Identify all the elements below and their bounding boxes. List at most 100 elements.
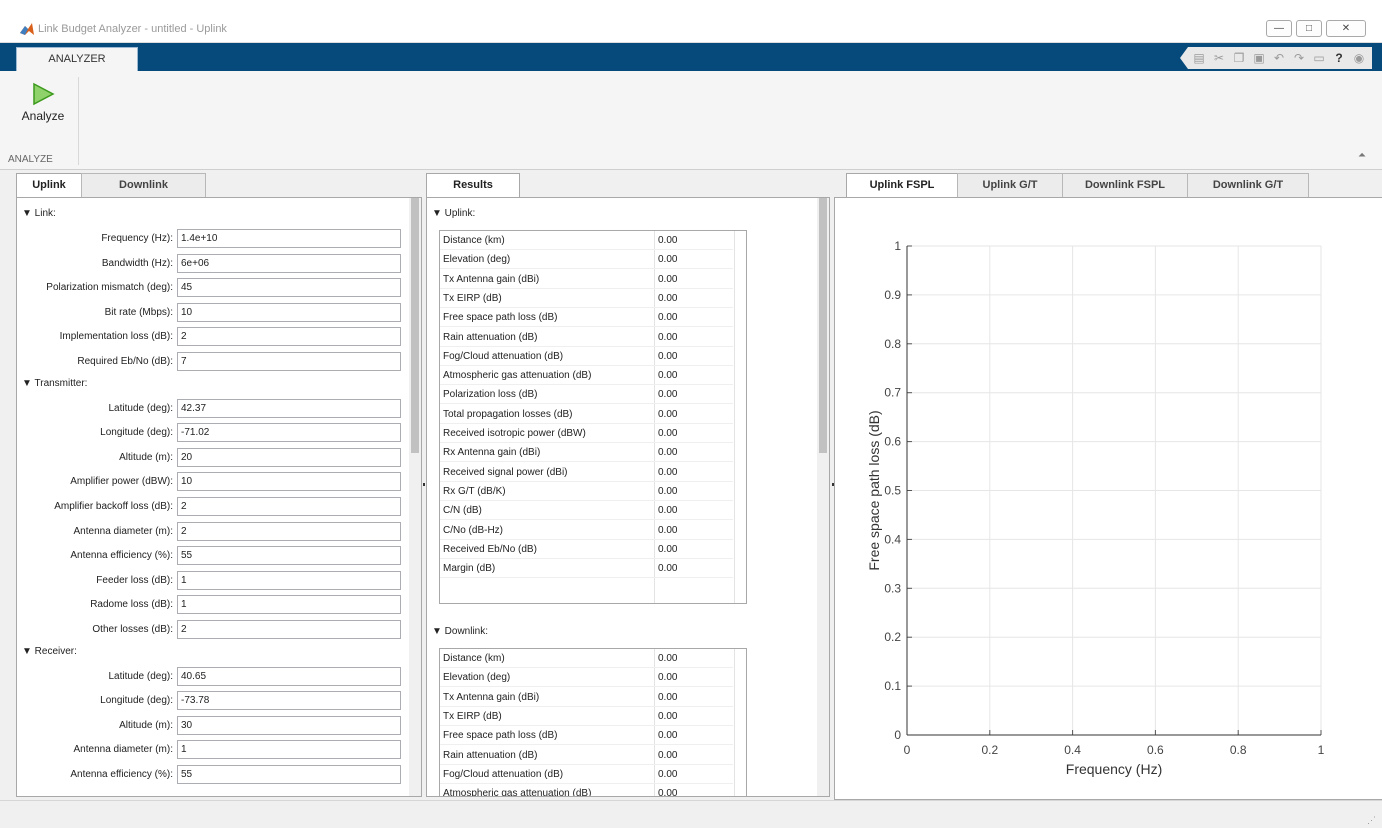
paste-icon[interactable]: ▣ — [1252, 51, 1266, 65]
section-divider — [78, 77, 79, 165]
y-tick-label: 0 — [894, 728, 901, 742]
cut-icon[interactable]: ✂ — [1212, 51, 1226, 65]
transmitter-field-input[interactable]: 2 — [177, 620, 401, 639]
transmitter-field-input[interactable]: 1 — [177, 595, 401, 615]
y-tick-label: 0.7 — [884, 386, 901, 400]
result-value: 0.00 — [658, 730, 678, 742]
help-icon[interactable]: ? — [1332, 51, 1346, 65]
result-value: 0.00 — [658, 485, 678, 497]
transmitter-field-label: Altitude (m): — [119, 451, 173, 463]
result-row: Elevation (deg) 0.00 — [440, 668, 733, 688]
tab-results[interactable]: Results — [426, 173, 520, 198]
transmitter-field-input[interactable]: 10 — [177, 472, 401, 492]
result-name: Received signal power (dBi) — [443, 466, 568, 478]
link-field-input[interactable]: 10 — [177, 302, 401, 322]
result-value: 0.00 — [658, 653, 678, 664]
receiver-field-label: Latitude (deg): — [108, 670, 174, 682]
undo-icon[interactable]: ↶ — [1272, 51, 1286, 65]
transmitter-field-input[interactable]: 2 — [177, 521, 401, 541]
result-row: C/N (dB) 0.00 — [440, 501, 733, 521]
result-value: 0.00 — [658, 447, 678, 459]
ribbon-bar — [0, 43, 1382, 71]
tab-uplink-gt[interactable]: Uplink G/T — [957, 173, 1063, 197]
result-name: Margin (dB) — [443, 563, 496, 575]
status-bar: ⋰ — [0, 800, 1382, 828]
minimize-button[interactable]: — — [1266, 20, 1292, 37]
left-scrollbar[interactable] — [409, 198, 421, 796]
result-row: Atmospheric gas attenuation (dB) 0.00 — [440, 784, 733, 797]
result-row: Rain attenuation (dB) 0.00 — [440, 746, 733, 765]
tab-uplink[interactable]: Uplink — [16, 173, 82, 198]
result-row: Received Eb/No (dB) 0.00 — [440, 540, 733, 559]
toolstrip — [0, 71, 1382, 170]
tab-analyzer[interactable]: ANALYZER — [16, 47, 138, 71]
results-scroll-thumb[interactable] — [819, 198, 827, 453]
receiver-field-input[interactable]: -73.78 — [177, 691, 401, 711]
transmitter-field-input[interactable]: 42.37 — [177, 398, 401, 418]
results-panel: ▼ Uplink: Distance (km) 0.00 Elevation (… — [426, 197, 830, 797]
transmitter-field-input[interactable]: 2 — [177, 497, 401, 516]
result-row: Received isotropic power (dBW) 0.00 — [440, 424, 733, 443]
x-tick-label: 0 — [904, 743, 911, 757]
save-icon[interactable]: ▤ — [1192, 51, 1206, 65]
splitter-handle[interactable] — [423, 483, 425, 486]
result-value: 0.00 — [658, 235, 678, 246]
left-scroll-thumb[interactable] — [411, 198, 419, 453]
fspl-chart: 0 0.2 0.4 0.6 0.8 1 0 0.1 0.2 0.3 0.4 0.5 0.6 0.7 0.8 0… — [866, 239, 1325, 777]
y-tick-label: 0.4 — [884, 532, 901, 546]
copy-icon[interactable]: ❐ — [1232, 51, 1246, 65]
tab-uplink-fspl[interactable]: Uplink FSPL — [846, 173, 958, 198]
receiver-field-input[interactable]: 1 — [177, 740, 401, 760]
result-value: 0.00 — [658, 524, 678, 536]
result-name: Atmospheric gas attenuation (dB) — [443, 788, 592, 797]
title-bar: Link Budget Analyzer - untitled - Uplink… — [0, 0, 1382, 43]
menu-icon[interactable]: ◉ — [1352, 51, 1366, 65]
y-tick-label: 0.3 — [884, 581, 901, 595]
tab-downlink-gt[interactable]: Downlink G/T — [1187, 173, 1309, 197]
receiver-field-input[interactable]: 30 — [177, 715, 401, 735]
y-tick-label: 0.8 — [884, 337, 901, 351]
link-field-input[interactable]: 2 — [177, 327, 401, 347]
transmitter-section-header[interactable]: ▼ Transmitter: — [22, 378, 87, 389]
transmitter-field-input[interactable]: 55 — [177, 546, 401, 566]
transmitter-field-input[interactable]: -71.02 — [177, 423, 401, 443]
tab-downlink[interactable]: Downlink — [81, 173, 206, 197]
tab-downlink-fspl[interactable]: Downlink FSPL — [1062, 173, 1188, 197]
result-row: Tx Antenna gain (dBi) 0.00 — [440, 270, 733, 289]
result-name: Tx EIRP (dB) — [443, 710, 502, 722]
link-field-input[interactable]: 6e+06 — [177, 253, 401, 273]
result-name: C/N (dB) — [443, 505, 482, 517]
transmitter-field-input[interactable]: 1 — [177, 570, 401, 590]
transmitter-field-input[interactable]: 20 — [177, 447, 401, 467]
link-field-input[interactable]: 45 — [177, 278, 401, 298]
result-value: 0.00 — [658, 691, 678, 703]
resize-grip-icon[interactable]: ⋰ — [1367, 815, 1376, 826]
result-row: Rx G/T (dB/K) 0.00 — [440, 482, 733, 501]
transmitter-field-label: Antenna diameter (m): — [73, 525, 174, 537]
y-tick-label: 0.9 — [884, 288, 901, 302]
result-name: Polarization loss (dB) — [443, 389, 538, 401]
downlink-results-header: ▼ Downlink: — [432, 626, 489, 637]
redo-icon[interactable]: ↷ — [1292, 51, 1306, 65]
result-row: Free space path loss (dB) 0.00 — [440, 308, 733, 328]
result-value: 0.00 — [658, 466, 678, 478]
receiver-section-header[interactable]: ▼ Receiver: — [22, 646, 77, 657]
result-value: 0.00 — [658, 273, 678, 285]
results-scrollbar[interactable] — [817, 198, 829, 796]
result-row: Rx Antenna gain (dBi) 0.00 — [440, 443, 733, 463]
link-field-label: Implementation loss (dB): — [59, 331, 173, 343]
analyze-button[interactable]: Analyze — [20, 82, 66, 132]
link-field-input[interactable]: 7 — [177, 352, 401, 371]
result-value: 0.00 — [658, 389, 678, 401]
window-icon[interactable]: ▭ — [1312, 51, 1326, 65]
result-row: Distance (km) 0.00 — [440, 231, 733, 250]
link-field-input[interactable]: 1.4e+10 — [177, 229, 401, 248]
maximize-button[interactable]: □ — [1296, 20, 1322, 37]
receiver-field-input[interactable]: 40.65 — [177, 666, 401, 686]
link-section-header[interactable]: ▼ Link: — [22, 208, 56, 219]
y-tick-label: 0.2 — [884, 630, 901, 644]
result-row: Elevation (deg) 0.00 — [440, 250, 733, 270]
receiver-field-input[interactable]: 55 — [177, 765, 401, 784]
collapse-ribbon-icon[interactable]: ⏶ — [1358, 150, 1366, 161]
close-button[interactable]: ✕ — [1326, 20, 1366, 37]
